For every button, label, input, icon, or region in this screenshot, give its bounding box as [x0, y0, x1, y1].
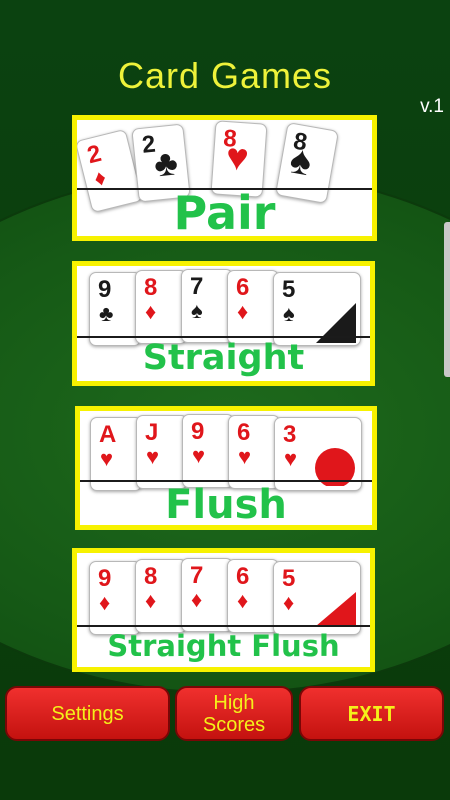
- card-9-hearts: 9 ♥: [182, 414, 234, 488]
- diamond-icon: ♦: [145, 299, 157, 324]
- app-title: Card Games: [117, 55, 333, 96]
- game-label-flush: Flush: [165, 482, 287, 525]
- club-icon: ♣: [99, 301, 114, 326]
- heart-icon: ♥: [192, 443, 206, 468]
- card-5-spades: 5 ♠: [273, 272, 361, 346]
- heart-icon: ♥: [224, 136, 251, 180]
- scrollbar[interactable]: [444, 222, 450, 377]
- card-6-diamonds: 6 ♦: [227, 559, 279, 633]
- game-straight-panel: 9 ♣ 8 ♦ 7 ♠ 6 ♦ 5 ♠ Straight: [77, 266, 370, 381]
- game-label-straight-flush: Straight Flush: [107, 629, 340, 663]
- card-6-diamonds: 6 ♦: [227, 270, 279, 344]
- game-pair-button[interactable]: 2 ♦ 2 ♣ 8 ♥ 8 ♠ Pair: [72, 115, 377, 241]
- game-straight-flush-panel: 9 ♦ 8 ♦ 7 ♦ 6 ♦ 5 ♦ Straight Flush: [77, 553, 370, 667]
- flush-cards: A ♥ J ♥ 9 ♥ 6 ♥ 3 ♥: [80, 411, 372, 491]
- card-rank: 9: [98, 565, 112, 592]
- card-rank: 9: [191, 418, 205, 445]
- card-J-hearts: J ♥: [136, 415, 188, 489]
- card-7-spades: 7 ♠: [181, 269, 233, 343]
- diamond-icon: ♦: [99, 590, 111, 615]
- card-rank: 8: [144, 274, 158, 301]
- card-rank: J: [145, 419, 159, 446]
- diamond-icon: ♦: [283, 590, 295, 615]
- diamond-icon: ♦: [145, 588, 157, 613]
- version-label: v.1: [420, 96, 444, 117]
- high-scores-label-line2: Scores: [202, 713, 266, 736]
- card-rank: 6: [237, 419, 251, 446]
- heart-icon: ♥: [146, 444, 160, 469]
- card-7-diamonds: 7 ♦: [181, 558, 233, 632]
- card-rank: 7: [190, 562, 204, 589]
- diamond-icon: [316, 592, 356, 626]
- exit-button[interactable]: EXIT: [299, 686, 444, 741]
- straight-cards: 9 ♣ 8 ♦ 7 ♠ 6 ♦ 5 ♠: [77, 266, 370, 346]
- exit-button-label: EXIT: [347, 701, 396, 726]
- card-rank: A: [99, 421, 117, 448]
- card-rank: 3: [283, 421, 297, 448]
- spade-icon: ♠: [283, 301, 295, 326]
- game-flush-panel: A ♥ J ♥ 9 ♥ 6 ♥ 3 ♥ Flush: [80, 411, 372, 525]
- diamond-icon: ♦: [237, 588, 249, 613]
- card-rank: 5: [282, 276, 296, 303]
- game-straight-flush-button[interactable]: 9 ♦ 8 ♦ 7 ♦ 6 ♦ 5 ♦ Straight Flush: [72, 548, 375, 672]
- game-label-straight: Straight: [142, 338, 305, 378]
- spade-icon: ♠: [286, 137, 316, 185]
- card-9-clubs: 9 ♣: [89, 272, 141, 346]
- settings-button-label: Settings: [51, 702, 124, 725]
- spade-icon: ♠: [191, 298, 203, 323]
- card-rank: 6: [236, 274, 250, 301]
- game-pair-panel: 2 ♦ 2 ♣ 8 ♥ 8 ♠ Pair: [77, 120, 372, 236]
- card-rank: 6: [236, 563, 250, 590]
- diamond-icon: ♦: [91, 164, 109, 192]
- card-rank: 8: [144, 563, 158, 590]
- card-5-diamonds: 5 ♦: [273, 561, 361, 635]
- game-flush-button[interactable]: A ♥ J ♥ 9 ♥ 6 ♥ 3 ♥ Flush: [75, 406, 377, 530]
- heart-icon: ♥: [284, 446, 298, 471]
- card-9-diamonds: 9 ♦: [89, 561, 141, 635]
- game-straight-button[interactable]: 9 ♣ 8 ♦ 7 ♠ 6 ♦ 5 ♠ Straight: [72, 261, 375, 386]
- settings-button[interactable]: Settings: [5, 686, 170, 741]
- card-rank: 5: [282, 565, 296, 592]
- high-scores-label-line1: High: [213, 691, 255, 714]
- high-scores-button[interactable]: High Scores: [175, 686, 293, 741]
- diamond-icon: ♦: [191, 587, 203, 612]
- club-icon: ♣: [151, 141, 180, 185]
- panel-divider: [77, 625, 370, 627]
- diamond-icon: ♦: [237, 299, 249, 324]
- card-8-diamonds: 8 ♦: [135, 270, 187, 344]
- heart-icon: ♥: [238, 444, 252, 469]
- card-6-hearts: 6 ♥: [228, 415, 280, 489]
- card-8-diamonds: 8 ♦: [135, 559, 187, 633]
- game-label-pair: Pair: [173, 186, 276, 236]
- heart-icon: ♥: [100, 446, 114, 471]
- straight-flush-cards: 9 ♦ 8 ♦ 7 ♦ 6 ♦ 5 ♦: [77, 553, 370, 635]
- card-rank: 7: [190, 273, 204, 300]
- card-rank: 9: [98, 276, 112, 303]
